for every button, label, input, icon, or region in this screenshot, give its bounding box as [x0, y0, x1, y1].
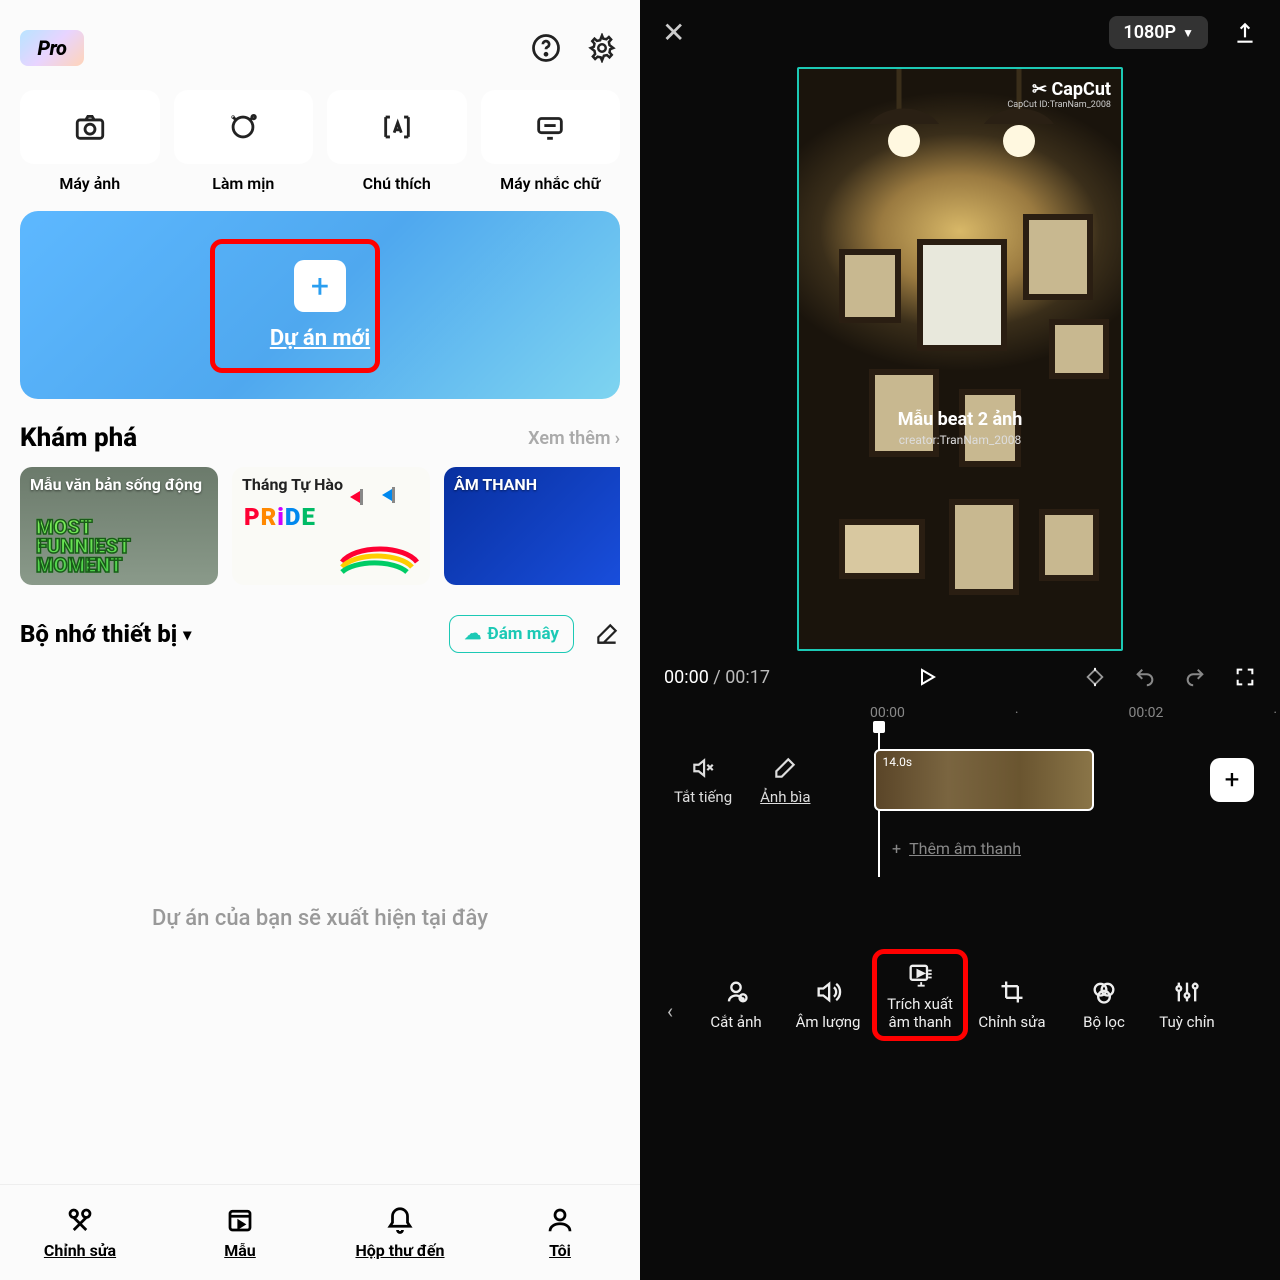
camera-tool[interactable] [20, 90, 160, 164]
template-card-3[interactable]: ÂM THANH [444, 467, 620, 585]
editor-toolbar: ‹ Cắt ảnh Âm lượng Trích xuất âm thanh C… [640, 953, 1280, 1055]
timeline[interactable]: Tắt tiếng Ảnh bìa 14.0s + + Thêm âm than… [640, 723, 1280, 953]
nav-templates[interactable]: Mẫu [160, 1185, 320, 1280]
teleprompter-label: Máy nhắc chữ [481, 174, 621, 193]
settings-icon[interactable] [584, 30, 620, 66]
fullscreen-icon[interactable] [1234, 666, 1256, 688]
undo-icon[interactable] [1134, 666, 1156, 688]
preview-title: Mẫu beat 2 ảnh [799, 409, 1121, 430]
cover-button[interactable]: Ảnh bìa [760, 754, 810, 806]
tool-filter[interactable]: Bộ lọc [1060, 971, 1148, 1037]
tool-crop[interactable]: Cắt ảnh [692, 971, 780, 1037]
toolbar-back-icon[interactable]: ‹ [652, 985, 688, 1037]
see-more-button[interactable]: Xem thêm › [528, 428, 620, 449]
chevron-down-icon: ▼ [1182, 26, 1194, 40]
tool-edit[interactable]: Chỉnh sửa [968, 971, 1056, 1037]
video-preview[interactable]: ✂ CapCut CapCut ID:TranNam_2008 Mẫu beat… [797, 67, 1123, 651]
keyframe-icon[interactable] [1084, 666, 1106, 688]
bottom-nav: Chỉnh sửa Mẫu Hộp thư đến Tôi [0, 1184, 640, 1280]
pro-badge[interactable]: Pro [20, 30, 84, 66]
tool-volume[interactable]: Âm lượng [784, 971, 872, 1037]
camera-label: Máy ảnh [20, 174, 160, 193]
storage-dropdown[interactable]: Bộ nhớ thiết bị ▾ [20, 620, 191, 648]
caption-tool[interactable] [327, 90, 467, 164]
explore-title: Khám phá [20, 423, 137, 453]
template-inner-text: MOSTFUNNIESTMOMENT [36, 518, 131, 575]
nav-edit[interactable]: Chỉnh sửa [0, 1185, 160, 1280]
export-icon[interactable] [1232, 20, 1258, 46]
edit-icon[interactable] [594, 621, 620, 647]
cloud-button[interactable]: ☁ Đám mây [449, 615, 574, 653]
redo-icon[interactable] [1184, 666, 1206, 688]
new-project-card[interactable]: + Dự án mới [20, 211, 620, 399]
template-card-2[interactable]: Tháng Tự Hào PRiDE [232, 467, 430, 585]
time-display: 00:00 / 00:17 [664, 667, 770, 688]
mute-button[interactable]: Tắt tiếng [674, 754, 732, 806]
quick-tools: Máy ảnh Làm mịn Chú thích Máy nhắc chữ [20, 90, 620, 193]
caption-label: Chú thích [327, 174, 467, 193]
timeline-ruler: 00:00·00:02· [640, 703, 1280, 723]
plus-icon: + [892, 839, 901, 858]
video-clip[interactable]: 14.0s [874, 749, 1094, 811]
tool-adjust[interactable]: Tuỳ chỉn [1152, 971, 1222, 1037]
nav-inbox[interactable]: Hộp thư đến [320, 1185, 480, 1280]
play-button[interactable] [915, 665, 939, 689]
playback-bar: 00:00 / 00:17 [640, 651, 1280, 703]
help-icon[interactable] [528, 30, 564, 66]
template-row: Mẫu văn bản sống động MOSTFUNNIESTMOMENT… [20, 467, 620, 585]
editor-top-bar: ✕ 1080P ▼ [640, 0, 1280, 59]
highlight-annotation [210, 239, 380, 373]
watermark: ✂ CapCut CapCut ID:TranNam_2008 [1007, 79, 1111, 110]
teleprompter-tool[interactable] [481, 90, 621, 164]
retouch-tool[interactable] [174, 90, 314, 164]
retouch-label: Làm mịn [174, 174, 314, 193]
empty-projects-message: Dự án của bạn sẽ xuất hiện tại đây [20, 653, 620, 1184]
preview-subtitle: creator:TranNam_2008 [799, 433, 1121, 447]
cloud-icon: ☁ [464, 624, 481, 644]
tool-extract-audio[interactable]: Trích xuất âm thanh [876, 953, 964, 1037]
chevron-right-icon: › [615, 428, 620, 449]
nav-me[interactable]: Tôi [480, 1185, 640, 1280]
chevron-down-icon: ▾ [183, 625, 191, 644]
editor-screen: ✕ 1080P ▼ [640, 0, 1280, 1280]
template-card-1[interactable]: Mẫu văn bản sống động MOSTFUNNIESTMOMENT [20, 467, 218, 585]
add-audio-button[interactable]: + Thêm âm thanh [892, 839, 1021, 858]
add-clip-button[interactable]: + [1210, 758, 1254, 802]
top-bar: Pro [20, 20, 620, 76]
close-icon[interactable]: ✕ [662, 16, 685, 49]
resolution-dropdown[interactable]: 1080P ▼ [1109, 16, 1208, 49]
home-screen: Pro Máy ảnh Làm mịn [0, 0, 640, 1280]
